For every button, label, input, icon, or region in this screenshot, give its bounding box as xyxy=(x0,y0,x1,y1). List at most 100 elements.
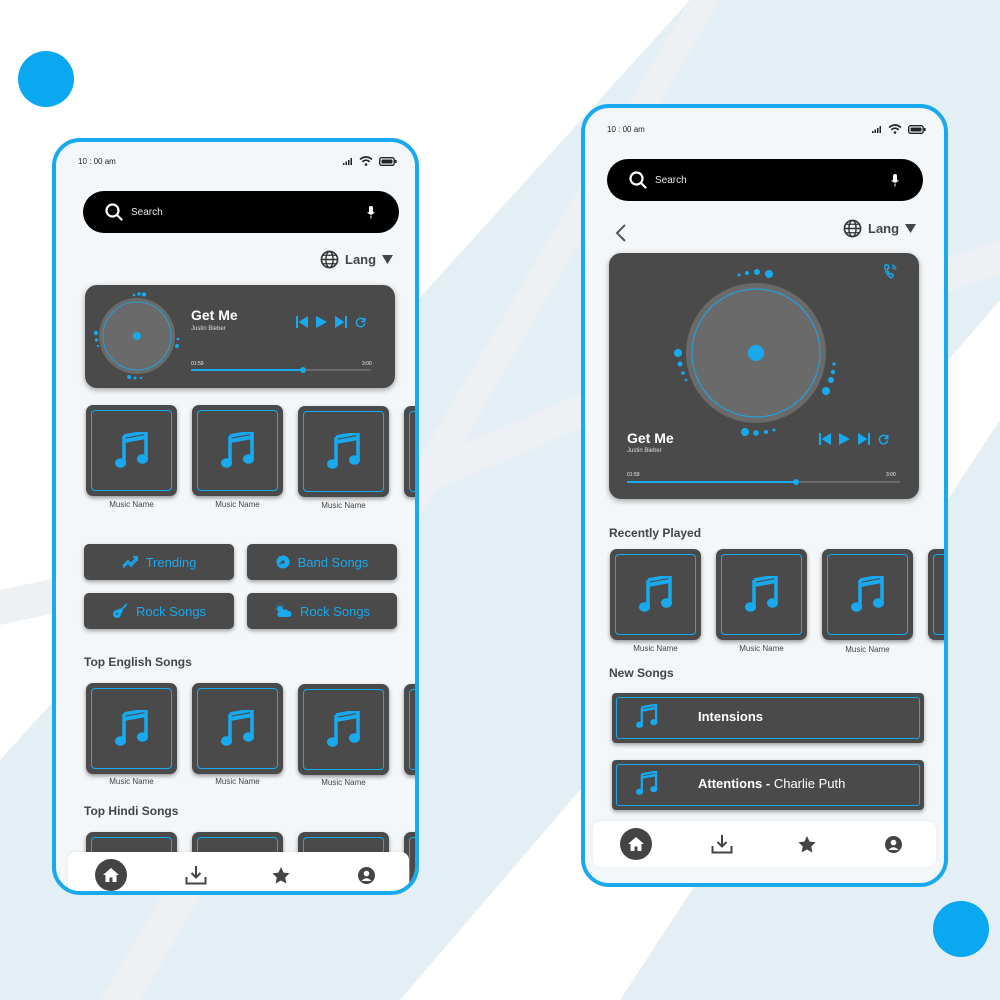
new-song-text: Intensions xyxy=(698,709,763,724)
music-tile[interactable] xyxy=(298,684,389,775)
music-tile[interactable] xyxy=(86,683,177,774)
nav-favorites-button[interactable] xyxy=(265,859,297,891)
music-tile-label: Music Name xyxy=(109,500,154,509)
music-tile[interactable] xyxy=(716,549,807,640)
new-song-row[interactable]: Attentions - Charlie Puth xyxy=(612,760,924,810)
decor-dot-bottom-right xyxy=(933,901,989,957)
bottom-navigation xyxy=(593,821,936,867)
music-tile-label: Music Name xyxy=(845,645,890,654)
music-tile[interactable] xyxy=(298,406,389,497)
disc-icon xyxy=(276,555,290,569)
total-duration: 3:00 xyxy=(362,361,372,367)
progress-bar[interactable] xyxy=(627,479,900,485)
nav-profile-button[interactable] xyxy=(877,828,909,860)
playback-controls xyxy=(296,316,366,328)
user-icon xyxy=(884,835,902,853)
music-tile-partial[interactable] xyxy=(928,549,944,640)
now-playing-card[interactable]: Get Me Justin Bieber 01:59 3:00 xyxy=(85,285,395,388)
music-tile-label: Music Name xyxy=(739,644,784,653)
elapsed-time: 01:59 xyxy=(191,361,204,367)
music-note-icon xyxy=(220,431,254,468)
search-input[interactable]: Search xyxy=(655,175,891,186)
music-tile[interactable] xyxy=(610,549,701,640)
category-label: Band Songs xyxy=(297,554,369,570)
music-tile[interactable] xyxy=(822,549,913,640)
category-rock-songs-alt-button[interactable]: Rock Songs xyxy=(247,593,397,629)
music-note-icon xyxy=(744,575,778,612)
next-icon[interactable] xyxy=(858,433,870,445)
music-note-icon xyxy=(850,575,884,612)
back-arrow-icon[interactable] xyxy=(615,223,627,243)
music-note-icon xyxy=(636,704,658,728)
vinyl-disc-icon xyxy=(93,292,180,380)
music-note-icon xyxy=(326,432,360,469)
repeat-icon[interactable] xyxy=(355,317,366,328)
category-rock-songs-button[interactable]: Rock Songs xyxy=(84,593,234,629)
user-icon xyxy=(357,866,375,884)
category-band-songs-button[interactable]: Band Songs xyxy=(247,544,397,580)
download-icon xyxy=(711,835,733,854)
music-tile[interactable] xyxy=(192,683,283,774)
song-title: Get Me xyxy=(627,430,674,446)
nav-download-button[interactable] xyxy=(706,828,738,860)
home-icon xyxy=(102,868,119,882)
nav-favorites-button[interactable] xyxy=(791,828,823,860)
music-tile-label: Music Name xyxy=(109,777,154,786)
download-icon xyxy=(185,866,207,885)
music-tile-label: Music Name xyxy=(633,644,678,653)
dropdown-triangle-icon xyxy=(382,255,394,264)
previous-icon[interactable] xyxy=(296,316,308,328)
progress-knob[interactable] xyxy=(793,479,800,485)
music-tile[interactable] xyxy=(86,405,177,496)
signal-icon xyxy=(872,126,881,133)
repeat-icon[interactable] xyxy=(878,434,889,445)
trending-icon xyxy=(121,556,138,569)
new-songs-title: New Songs xyxy=(609,666,674,680)
battery-icon xyxy=(908,124,926,134)
microphone-icon[interactable] xyxy=(891,173,899,187)
music-tile-partial[interactable] xyxy=(404,684,415,775)
dropdown-triangle-icon xyxy=(905,224,917,233)
progress-bar[interactable] xyxy=(191,367,371,373)
music-tile-partial[interactable] xyxy=(404,406,415,497)
next-icon[interactable] xyxy=(335,316,347,328)
search-icon xyxy=(105,203,123,221)
top-english-songs-title: Top English Songs xyxy=(84,655,192,669)
new-song-title: Attentions - xyxy=(698,776,774,791)
music-tile[interactable] xyxy=(192,405,283,496)
previous-icon[interactable] xyxy=(819,433,831,445)
progress-knob[interactable] xyxy=(299,367,306,373)
music-tile-label: Music Name xyxy=(321,778,366,787)
nav-download-button[interactable] xyxy=(180,859,212,891)
nav-profile-button[interactable] xyxy=(350,859,382,891)
star-icon xyxy=(798,835,816,852)
language-selector[interactable]: Lang xyxy=(843,219,917,238)
play-icon[interactable] xyxy=(316,316,327,328)
category-label: Rock Songs xyxy=(299,603,371,619)
song-artist: Justin Bieber xyxy=(627,448,662,454)
nav-home-button[interactable] xyxy=(94,859,127,891)
category-trending-button[interactable]: Trending xyxy=(84,544,234,580)
vinyl-disc-icon xyxy=(674,269,836,436)
new-song-artist: Charlie Puth xyxy=(773,776,846,791)
play-icon[interactable] xyxy=(839,433,850,445)
music-note-icon xyxy=(326,710,360,747)
search-bar[interactable]: Search xyxy=(83,191,399,233)
bottom-navigation xyxy=(68,852,409,891)
music-note-icon xyxy=(638,575,672,612)
category-label: Rock Songs xyxy=(135,603,207,619)
new-song-row[interactable]: Intensions xyxy=(612,693,924,743)
search-input[interactable]: Search xyxy=(131,207,367,218)
call-icon[interactable] xyxy=(883,263,898,280)
now-playing-card-large[interactable]: Get Me Justin Bieber 01:59 3:00 xyxy=(609,253,919,499)
new-song-title: Intensions xyxy=(698,709,764,724)
category-label: Trending xyxy=(145,554,197,570)
globe-icon xyxy=(320,250,339,269)
music-tile-label: Music Name xyxy=(321,501,366,510)
search-bar[interactable]: Search xyxy=(607,159,923,201)
home-icon xyxy=(627,837,644,851)
wifi-icon xyxy=(359,156,373,166)
nav-home-button[interactable] xyxy=(619,828,652,860)
microphone-icon[interactable] xyxy=(367,205,375,219)
language-selector[interactable]: Lang xyxy=(320,250,394,269)
